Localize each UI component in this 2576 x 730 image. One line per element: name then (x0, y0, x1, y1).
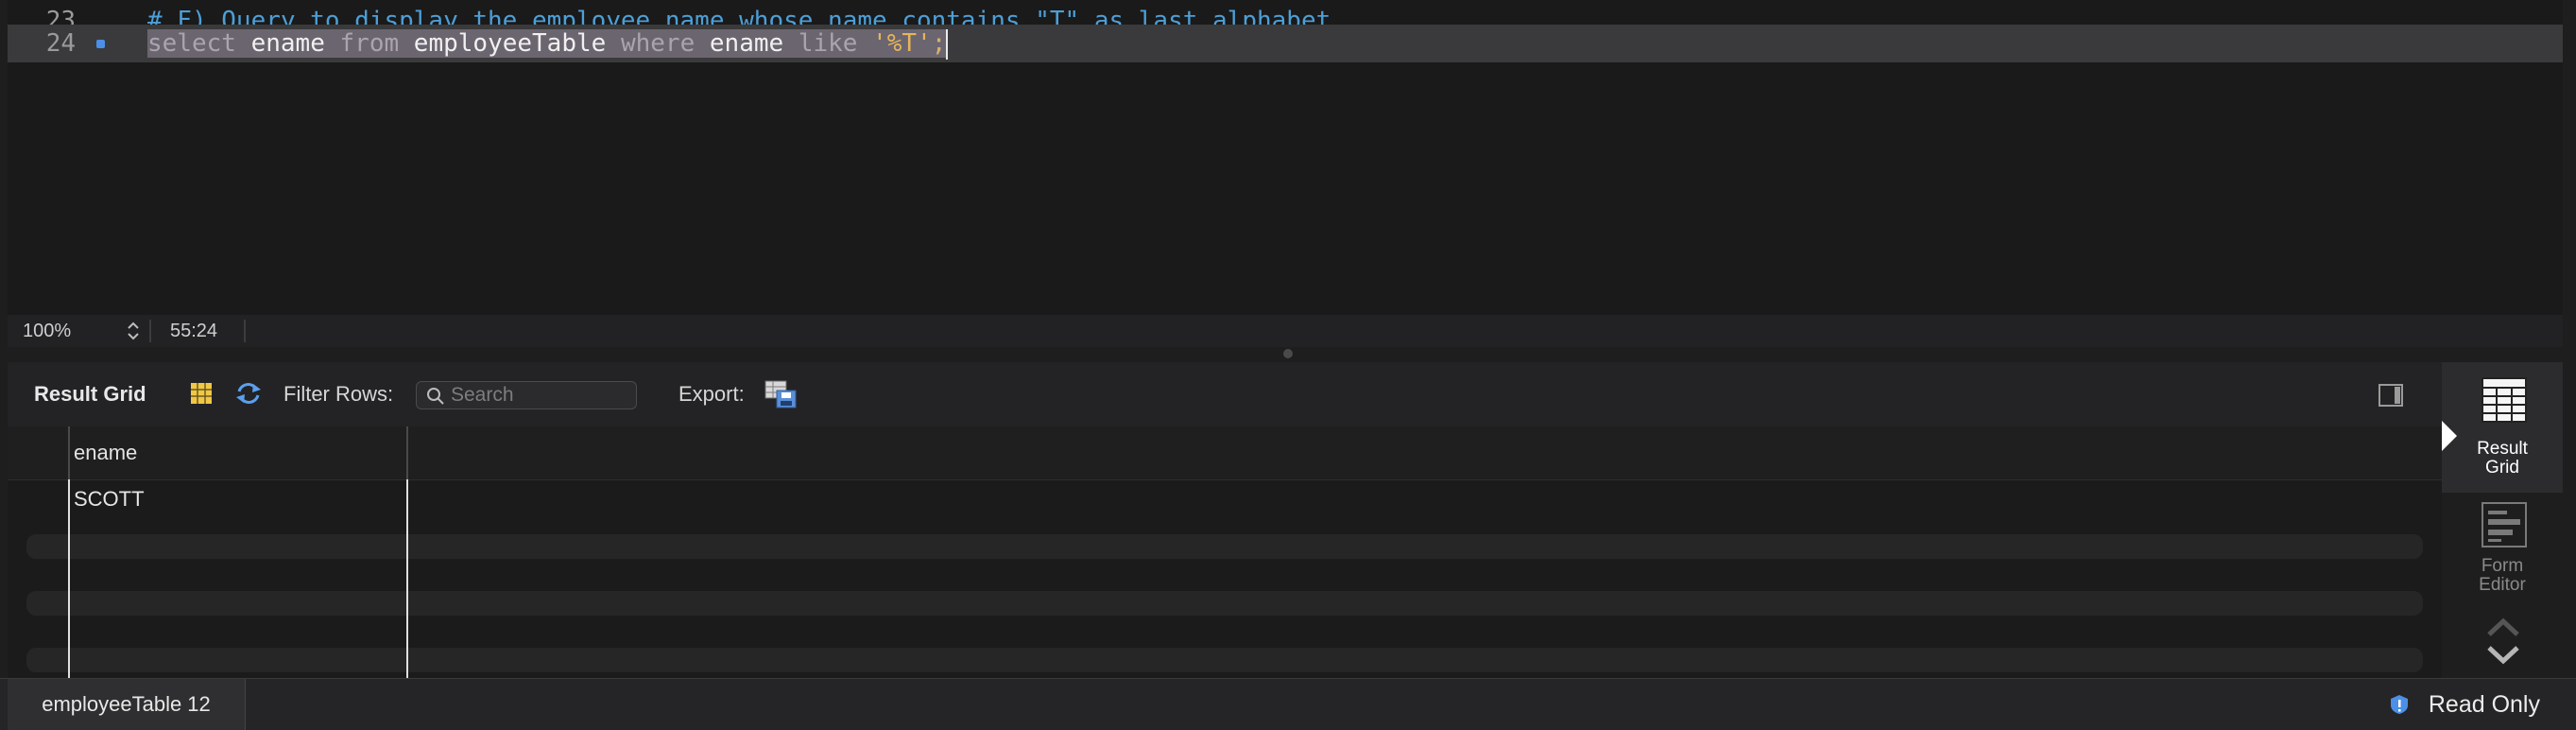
result-grid-label: Grid (2485, 458, 2519, 478)
export-icon[interactable] (764, 379, 798, 414)
table-cell[interactable]: SCOTT (74, 485, 145, 513)
empty-row (26, 648, 2423, 672)
panel-splitter[interactable] (8, 347, 2563, 362)
bottom-status-bar: employeeTable 12 Read Only (0, 678, 2576, 730)
grid-icon (2482, 377, 2527, 423)
result-toolbar: Result Grid Filter Rows: Export: (8, 362, 2442, 426)
read-only-status: Read Only (2428, 691, 2540, 718)
sql-editor[interactable]: 23 # F) Query to display the employee na… (8, 0, 2563, 315)
text-caret (946, 28, 949, 60)
identifier: employeeTable (413, 29, 607, 58)
result-view-sidebar: Result Grid Form Editor (2442, 362, 2563, 678)
info-icon (2389, 693, 2410, 721)
result-tab[interactable]: employeeTable 12 (8, 679, 246, 730)
grid-header-row: ename (8, 426, 2442, 480)
column-divider (406, 479, 408, 678)
semicolon: ; (931, 29, 947, 58)
zoom-stepper-icon[interactable] (127, 321, 140, 346)
empty-row (26, 534, 2423, 559)
code-line-24[interactable]: 24 select ename from employeeTable where… (8, 25, 2563, 62)
keyword: like (798, 29, 858, 58)
form-editor-label: Editor (2479, 575, 2526, 595)
zoom-level: 100% (23, 321, 72, 341)
keyword: where (620, 29, 696, 58)
keyword: select (147, 29, 236, 58)
divider (149, 320, 151, 342)
statement-marker-icon (96, 40, 105, 48)
column-header-ename[interactable]: ename (74, 426, 406, 479)
divider (244, 320, 246, 342)
refresh-icon[interactable] (234, 381, 263, 410)
grid-view-icon[interactable] (189, 381, 214, 410)
filter-rows-label: Filter Rows: (283, 382, 394, 406)
form-editor-label: Form (2481, 556, 2524, 576)
column-divider (68, 426, 70, 479)
keyword: from (339, 29, 400, 58)
result-grid-label: Result (2477, 439, 2528, 459)
empty-row (26, 591, 2423, 616)
identifier: ename (250, 29, 325, 58)
form-icon (2482, 502, 2527, 548)
filter-search-field[interactable] (416, 381, 637, 409)
search-input[interactable] (451, 382, 630, 408)
scroll-up-icon[interactable] (2485, 616, 2521, 643)
toggle-wrap-icon[interactable] (2378, 383, 2404, 412)
splitter-grip-icon[interactable] (1283, 349, 1293, 358)
code-statement: select ename from employeeTable where en… (147, 25, 949, 62)
editor-status-bar: 100% 55:24 (8, 315, 2563, 347)
result-grid-view-button[interactable]: Result Grid (2442, 362, 2563, 493)
result-grid[interactable]: ename SCOTT (8, 426, 2442, 678)
export-label: Export: (678, 382, 745, 406)
scroll-down-icon[interactable] (2485, 644, 2521, 671)
search-icon (427, 388, 444, 405)
result-panel: Result Grid Filter Rows: Export: ename (8, 362, 2442, 678)
cursor-position: 55:24 (170, 321, 218, 341)
line-number: 24 (45, 29, 76, 58)
column-divider (68, 479, 70, 678)
string-literal: '%T' (872, 29, 932, 58)
column-divider (406, 426, 408, 479)
result-grid-title: Result Grid (34, 382, 146, 406)
identifier: ename (709, 29, 784, 58)
